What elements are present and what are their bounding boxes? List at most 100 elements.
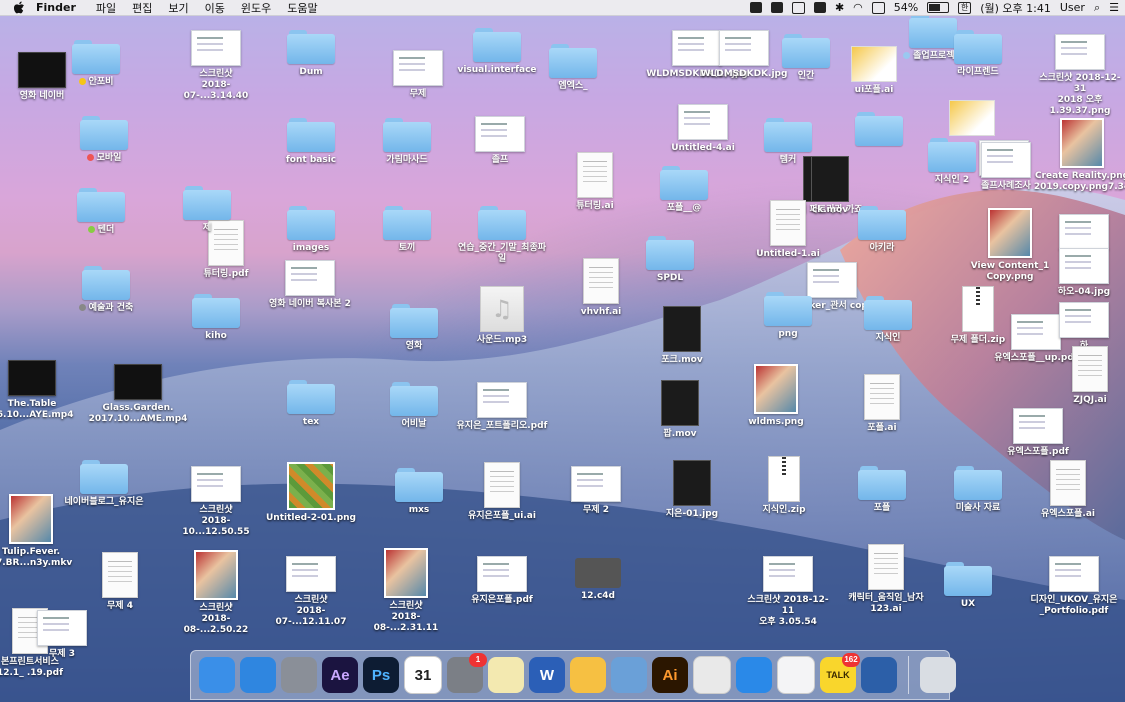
desktop-item[interactable]: 튜터링.ai [549,152,641,212]
dock-after-effects-icon[interactable]: Ae [322,657,358,693]
desktop-item[interactable]: Tulip.Fever. 17.BR...n3y.mkv [0,494,77,569]
menu-file[interactable]: 파일 [96,0,116,16]
menu-extra-icon[interactable] [770,2,783,13]
dock-system-preferences-icon[interactable]: 1 [447,653,487,693]
desktop-item[interactable]: 유지은포폴_ui.ai [456,462,548,522]
dock-quicktime-icon[interactable] [861,657,897,693]
desktop-item[interactable]: 텐더 [55,188,147,236]
bluetooth-icon[interactable]: ✱ [835,1,844,14]
dock-illustrator-icon[interactable]: Ai [652,657,688,693]
desktop-item[interactable]: png [742,292,834,340]
desktop-item[interactable]: 미술사 자료 [932,466,1024,514]
wifi-icon[interactable]: ◠ [853,1,863,14]
desktop-item[interactable]: 예술과 건축 [60,266,152,314]
desktop-item[interactable]: 영화 [368,304,460,352]
airplay-icon[interactable] [871,1,885,14]
desktop-item[interactable]: 포크.mov [636,306,728,366]
desktop-item[interactable]: Dum [265,30,357,78]
desktop-item[interactable]: 무제 4 [74,552,166,612]
desktop-item[interactable]: 유엑스포폴.pdf [992,408,1084,458]
desktop-item[interactable]: wldms.png [730,364,822,428]
creative-cloud-icon[interactable] [749,2,762,13]
desktop-item[interactable]: 라이프렌드 [932,30,1024,78]
dock-kakaotalk-icon[interactable]: TALK 162 [820,653,860,693]
desktop-item[interactable]: 유지은포폴.pdf [456,556,548,606]
desktop-item[interactable]: 디자인_UKOV_유지은 _Portfolio.pdf [1028,556,1120,617]
desktop-item[interactable]: UX [922,562,1014,610]
desktop-item[interactable]: 스크린샷 2018-10...12.50.55 [170,466,262,538]
user-menu[interactable]: User [1060,1,1085,14]
clock[interactable]: (월) 오후 1:41 [980,0,1051,16]
desktop-item[interactable]: 무제 2 [550,466,642,516]
desktop-item[interactable]: 제 [161,186,253,234]
desktop-item[interactable]: kiho [170,294,262,342]
dock-chrome-icon[interactable] [693,656,731,694]
desktop-item[interactable]: 졸프 [454,116,546,166]
dock-keynote-icon[interactable] [240,657,276,693]
dock-finder-icon[interactable] [199,657,235,693]
menu-go[interactable]: 이동 [205,0,225,16]
dock-word-icon[interactable]: W [529,657,565,693]
notification-center-icon[interactable]: ☰ [1109,1,1119,14]
dock-photoshop-icon[interactable]: Ps [363,657,399,693]
desktop-item[interactable] [926,100,1018,136]
menu-window[interactable]: 윈도우 [241,0,271,16]
desktop-item[interactable]: 졸프사례조사 [960,142,1052,192]
desktop-item[interactable]: 영화 네이버 복사본 2 [264,260,356,310]
spotlight-search-icon[interactable]: ⌕ [1094,1,1100,15]
desktop-item[interactable]: ♫ 사운드.mp3 [456,286,548,346]
desktop-item[interactable]: 지은-01.jpg [646,460,738,520]
dock-calendar-icon[interactable]: 31 [404,656,442,694]
dock-itunes-icon[interactable] [777,656,815,694]
desktop-item[interactable]: vhvhf.ai [555,258,647,318]
desktop-item[interactable]: 어비날 [368,382,460,430]
desktop-item[interactable]: 토끼 [361,206,453,254]
desktop-item[interactable]: 스크린샷 2018-12-11 오후 3.05.54 [742,556,834,628]
desktop-item[interactable]: 스크린샷 2018-12-31 2018 오후 1.39.37.png [1034,34,1125,117]
desktop-item[interactable]: 캐릭터_움직임_남자 123.ai [840,544,932,615]
notification-app-icon[interactable] [813,2,826,13]
desktop-item[interactable]: 유지은_포트폴리오.pdf [456,382,548,432]
window-icon[interactable] [791,1,805,14]
desktop-item[interactable]: ZJQJ.ai [1044,346,1125,406]
desktop-item[interactable]: Glass.Garden. 2017.10...AME.mp4 [89,364,187,425]
desktop-item[interactable]: 엠엑스_ [527,44,619,92]
desktop-item[interactable]: 유엑스포폴.ai [1022,460,1114,520]
dock-trash-icon[interactable] [920,657,956,693]
desktop-item[interactable]: 12.c4d [552,558,644,602]
desktop-item[interactable]: mxs [373,468,465,516]
desktop-item[interactable]: 안포비 [50,40,142,88]
desktop-item[interactable]: 스크린샷 2018-08-...2.31.11 [360,548,452,634]
desktop-item[interactable]: 모바일 [58,116,150,164]
desktop-item[interactable]: 스크린샷 2018-08-...2.50.22 [170,550,262,636]
desktop-item[interactable]: 포폴__@ [638,166,730,214]
desktop-item[interactable]: 하오-04.jpg [1038,248,1125,298]
menu-help[interactable]: 도움말 [287,0,317,16]
desktop-item[interactable]: 팝.mov [634,380,726,440]
desktop-item[interactable]: 포폴.ai [836,374,928,434]
desktop-item[interactable]: Untitled-4.ai [657,104,749,154]
desktop-item[interactable]: tex [265,380,357,428]
dock-launchpad-icon[interactable] [281,657,317,693]
desktop-item[interactable]: 연습_중간_기말_최종파일 [456,206,548,265]
desktop-item[interactable]: 포폴 [836,466,928,514]
dock-preview-icon[interactable] [611,657,647,693]
dock-notes-icon[interactable] [488,657,524,693]
menu-edit[interactable]: 편집 [132,0,152,16]
desktop-item[interactable]: 가림마사드 [361,118,453,166]
desktop-item[interactable]: 지식인 [842,296,934,344]
battery-percent[interactable]: 54% [894,1,918,14]
desktop-item[interactable]: 아키라 [836,206,928,254]
desktop-item[interactable]: 스크린샷 2018-07-...3.14.40 [170,30,262,102]
dock-sketch-icon[interactable] [570,657,606,693]
desktop-item[interactable]: Untitled-2-01.png [265,462,357,524]
apple-icon[interactable] [14,1,28,14]
desktop-item[interactable]: 스크린샷 2018-07-...12.11.07 [265,556,357,628]
desktop-item[interactable]: 지식인.zip [738,456,830,516]
menu-app-finder[interactable]: Finder [36,1,76,14]
dock-safari-icon[interactable] [736,657,772,693]
desktop-item[interactable]: images [265,206,357,254]
battery-icon[interactable] [927,2,950,13]
desktop-item[interactable]: 무제 3 [16,610,108,660]
menu-view[interactable]: 보기 [168,0,188,16]
